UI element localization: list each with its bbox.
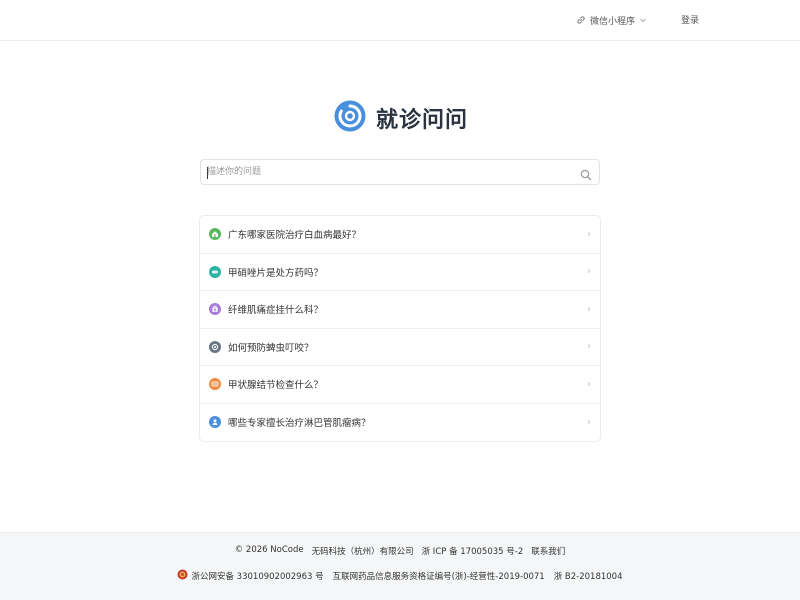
police-record-link[interactable]: 浙公网安备 33010902002963 号 [177,569,324,583]
top-bar: 微信小程序 登录 [0,0,800,41]
icp-link[interactable]: 浙 ICP 备 17005035 号-2 [422,545,524,557]
doctor-icon [209,416,221,429]
footer: © 2026 NoCode 无码科技（杭州）有限公司 浙 ICP 备 17005… [0,532,800,600]
search-icon[interactable] [580,166,592,185]
question-text: 广东哪家医院治疗白血病最好？ [228,230,362,242]
search-box [200,159,600,185]
page: 微信小程序 登录 就诊问问 描述你的问题 广东哪家医院治疗白血病最好？ › 甲硝… [0,0,800,600]
question-text: 如何预防蜱虫叮咬？ [228,342,314,354]
question-text: 甲状腺结节检查什么？ [228,380,324,392]
logo-icon [334,100,366,136]
police-record-text: 浙公网安备 33010902002963 号 [191,572,324,582]
clinic-bag-icon [209,303,221,316]
mini-program-menu[interactable]: 微信小程序 [576,13,647,27]
chevron-right-icon: › [587,266,591,278]
question-item[interactable]: 如何预防蜱虫叮咬？ › [200,329,600,366]
footer-row-licenses: 浙公网安备 33010902002963 号 互联网药品信息服务资格证编号(浙)… [0,569,800,583]
question-item[interactable]: 哪些专家擅长治疗淋巴管肌瘤病？ › [200,404,600,442]
shield-icon [209,340,221,353]
chevron-right-icon: › [587,341,591,353]
question-text: 纤维肌痛症挂什么科？ [228,305,324,317]
scan-icon [209,378,221,391]
question-text: 哪些专家擅长治疗淋巴管肌瘤病？ [228,418,371,430]
search-input[interactable] [207,163,567,181]
link-icon [576,15,586,25]
chevron-right-icon: › [587,228,591,240]
question-item[interactable]: 甲硝唑片是处方药吗？ › [200,254,600,291]
contact-link[interactable]: 联系我们 [531,545,565,557]
police-badge-icon [177,569,188,583]
question-item[interactable]: 纤维肌痛症挂什么科？ › [200,291,600,329]
question-text: 甲硝唑片是处方药吗？ [228,267,324,279]
footer-row-legal: © 2026 NoCode 无码科技（杭州）有限公司 浙 ICP 备 17005… [0,545,800,557]
pill-icon [209,265,221,278]
drug-license-link[interactable]: 互联网药品信息服务资格证编号(浙)-经营性-2019-0071 [333,570,545,582]
question-list: 广东哪家医院治疗白血病最好？ › 甲硝唑片是处方药吗？ › 纤维肌痛症挂什么科？… [199,215,601,442]
chevron-right-icon: › [587,378,591,390]
brand-title: 就诊问问 [376,108,469,133]
chevron-down-icon [639,16,647,24]
company-name: 无码科技（杭州）有限公司 [311,547,414,557]
b2-license-link[interactable]: 浙 B2-20181004 [554,570,623,582]
mini-program-label: 微信小程序 [590,16,636,27]
question-item[interactable]: 广东哪家医院治疗白血病最好？ › [200,216,600,254]
login-button[interactable]: 登录 [681,13,699,26]
brand: 就诊问问 [334,100,469,136]
chevron-right-icon: › [587,416,591,428]
copyright-text: © 2026 NoCode [234,545,304,555]
question-item[interactable]: 甲状腺结节检查什么？ › [200,366,600,404]
chevron-right-icon: › [587,303,591,315]
hospital-icon [209,228,221,241]
